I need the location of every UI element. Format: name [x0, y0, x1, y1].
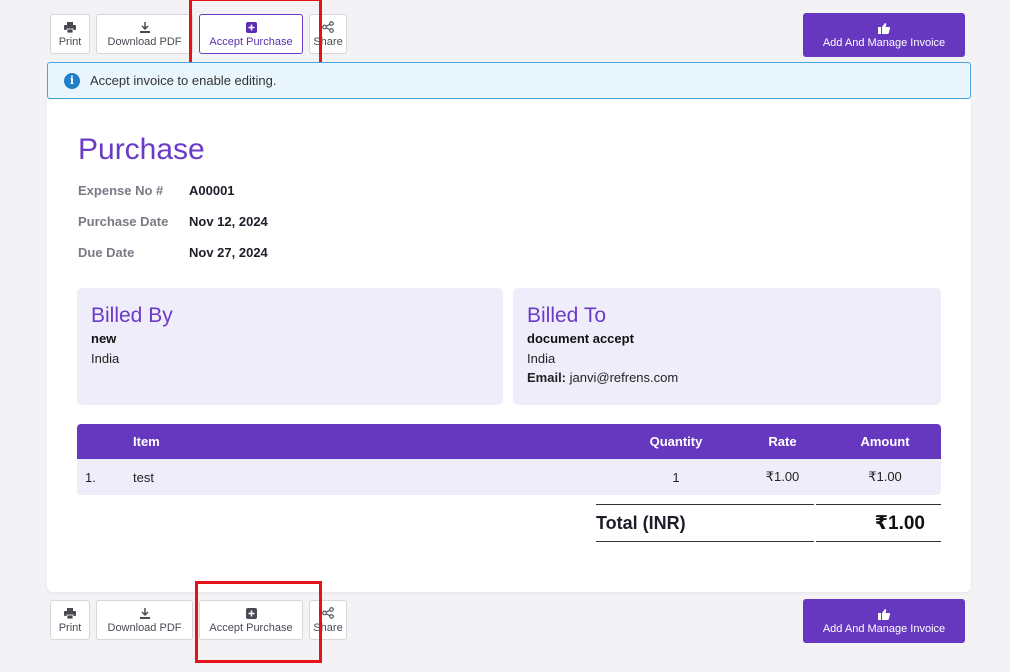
- print-label: Print: [58, 621, 82, 634]
- items-header: Item Quantity Rate Amount: [77, 424, 941, 459]
- meta-value: A00001: [189, 183, 235, 198]
- row-rate: ₹1.00: [765, 469, 800, 484]
- meta-label: Expense No #: [78, 183, 164, 198]
- meta-row-purchase-date: Purchase Date Nov 12, 2024: [78, 214, 268, 245]
- header-rate: Rate: [768, 434, 797, 449]
- add-manage-invoice-button[interactable]: Add And Manage Invoice: [803, 599, 965, 643]
- billed-to-country: India: [527, 351, 556, 366]
- info-banner: i Accept invoice to enable editing.: [47, 62, 971, 99]
- purchase-document: Purchase Expense No # A00001 Purchase Da…: [47, 99, 971, 592]
- accept-purchase-label: Accept Purchase: [209, 35, 293, 48]
- thumbs-up-icon: [878, 608, 890, 621]
- billed-to-name: document accept: [527, 331, 634, 346]
- plus-square-icon: [245, 21, 257, 34]
- email-value: janvi@refrens.com: [569, 370, 679, 385]
- header-quantity: Quantity: [649, 434, 703, 449]
- total-value: ₹1.00: [816, 504, 941, 542]
- items-table: Item Quantity Rate Amount 1. test 1 ₹1.0…: [77, 424, 941, 495]
- top-toolbar: Print Download PDF Accept Purchase Share: [50, 14, 347, 54]
- share-button[interactable]: Share: [309, 14, 347, 54]
- add-manage-invoice-button[interactable]: Add And Manage Invoice: [803, 13, 965, 57]
- share-label: Share: [313, 621, 343, 634]
- plus-square-icon: [245, 607, 257, 620]
- download-pdf-button[interactable]: Download PDF: [96, 600, 193, 640]
- billed-by-card: Billed By new India: [77, 288, 503, 405]
- billed-by-name: new: [91, 331, 117, 346]
- share-icon: [322, 21, 334, 34]
- download-pdf-button[interactable]: Download PDF: [96, 14, 193, 54]
- share-icon: [322, 607, 334, 620]
- table-row: 1. test 1 ₹1.00 ₹1.00: [77, 459, 941, 495]
- document-meta: Expense No # A00001 Purchase Date Nov 12…: [78, 183, 268, 276]
- print-button[interactable]: Print: [50, 14, 90, 54]
- email-label: Email:: [527, 370, 567, 385]
- print-label: Print: [58, 35, 82, 48]
- thumbs-up-icon: [878, 22, 890, 35]
- row-num: 1.: [85, 469, 96, 485]
- download-pdf-label: Download PDF: [107, 621, 182, 634]
- billed-by-heading: Billed By: [91, 304, 173, 327]
- billed-to-heading: Billed To: [527, 304, 606, 327]
- billed-to-card: Billed To document accept India Email: j…: [513, 288, 941, 405]
- print-button[interactable]: Print: [50, 600, 90, 640]
- meta-value: Nov 12, 2024: [189, 214, 268, 229]
- accept-purchase-label: Accept Purchase: [209, 621, 293, 634]
- page-title: Purchase: [78, 133, 205, 166]
- meta-label: Purchase Date: [78, 214, 169, 229]
- accept-purchase-button[interactable]: Accept Purchase: [199, 600, 303, 640]
- meta-row-due-date: Due Date Nov 27, 2024: [78, 245, 268, 276]
- printer-icon: [64, 607, 76, 620]
- share-button[interactable]: Share: [309, 600, 347, 640]
- banner-text: Accept invoice to enable editing.: [90, 73, 277, 88]
- meta-label: Due Date: [78, 245, 135, 260]
- download-icon: [139, 607, 150, 620]
- printer-icon: [64, 21, 76, 34]
- add-manage-invoice-label: Add And Manage Invoice: [822, 36, 946, 49]
- add-manage-invoice-label: Add And Manage Invoice: [822, 622, 946, 635]
- row-item: test: [133, 469, 154, 485]
- meta-value: Nov 27, 2024: [189, 245, 268, 260]
- row-quantity: 1: [672, 469, 680, 485]
- share-label: Share: [313, 35, 343, 48]
- header-item: Item: [133, 434, 160, 449]
- meta-row-expense-no: Expense No # A00001: [78, 183, 268, 214]
- billed-by-country: India: [91, 351, 120, 366]
- header-amount: Amount: [860, 434, 910, 449]
- total-label: Total (INR): [596, 504, 814, 542]
- total-row: Total (INR) ₹1.00: [596, 504, 941, 542]
- info-icon: i: [64, 72, 80, 89]
- billed-to-email: Email: janvi@refrens.com: [527, 368, 927, 387]
- bottom-toolbar: Print Download PDF Accept Purchase Share: [50, 600, 347, 640]
- accept-purchase-button[interactable]: Accept Purchase: [199, 14, 303, 54]
- row-amount: ₹1.00: [868, 469, 902, 484]
- download-icon: [139, 21, 150, 34]
- download-pdf-label: Download PDF: [107, 35, 182, 48]
